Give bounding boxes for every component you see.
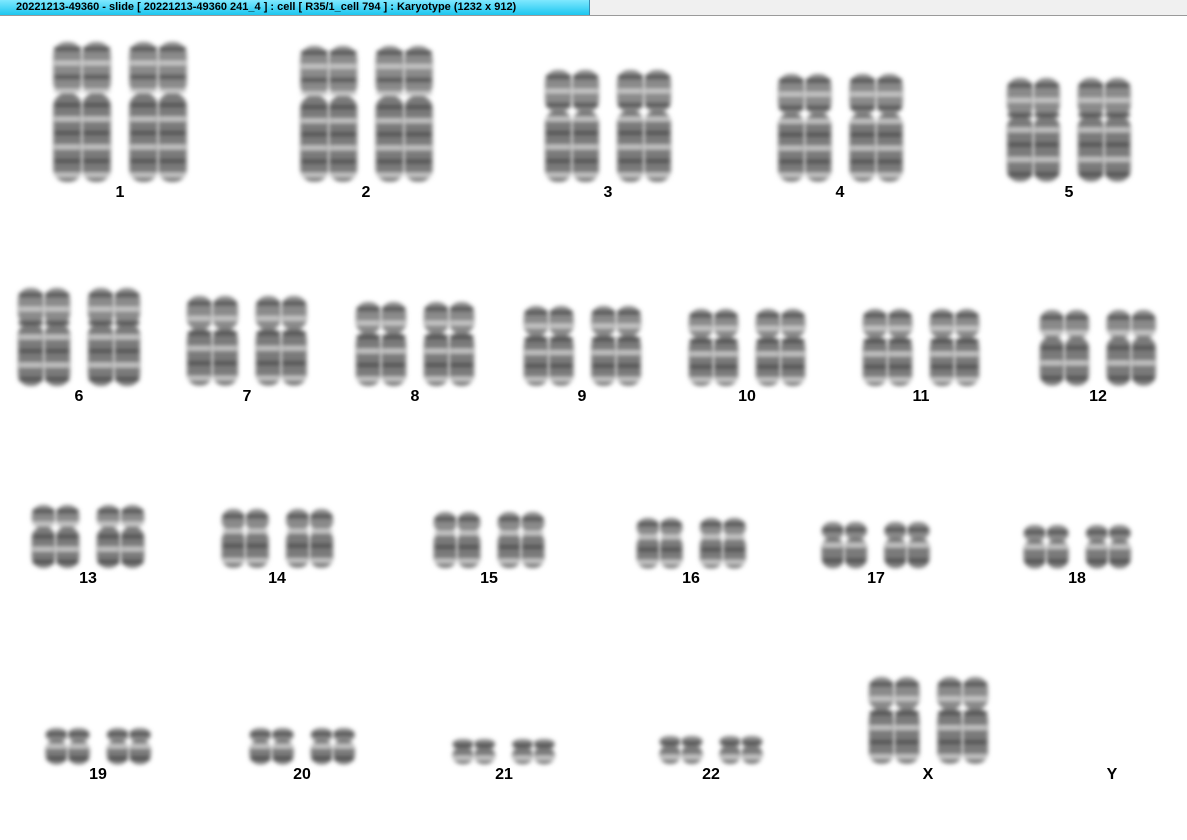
chromosome-pair-22[interactable] (653, 732, 769, 794)
chromosome-label: 9 (577, 388, 587, 405)
chromosome-label: 18 (1068, 570, 1086, 587)
chromosome-label: 11 (912, 388, 930, 405)
chromosome-label: 21 (495, 766, 513, 783)
chromosome-label: Y (1106, 766, 1118, 783)
chromosome-image (31, 505, 145, 568)
chromosome-label: 3 (603, 184, 613, 201)
chromosome-label: 8 (410, 388, 420, 405)
chromosome-image (821, 521, 931, 568)
chromosome-label: 16 (682, 570, 700, 587)
chromosome-label: 17 (867, 570, 885, 587)
chromosome-image (299, 46, 433, 182)
chromosome-image (1039, 310, 1157, 386)
chromosome-image (1007, 78, 1131, 182)
chromosome-image (355, 302, 475, 386)
chromosome-image (221, 509, 333, 568)
chromosome-label: 13 (79, 570, 97, 587)
chromosome-image (1023, 524, 1131, 568)
chromosome-label: 7 (242, 388, 252, 405)
chromosome-image (523, 306, 641, 386)
chromosome-label: X (922, 766, 934, 783)
chromosome-image (868, 677, 988, 764)
chromosome-image (45, 727, 151, 764)
chromosome-image (249, 727, 355, 764)
chromosome-image (187, 296, 307, 386)
chromosome-label: 20 (293, 766, 311, 783)
chromosome-label: 14 (268, 570, 286, 587)
chromosome-image (452, 738, 556, 764)
chromosome-image (53, 42, 187, 182)
window-titlebar: 20221213-49360 - slide [ 20221213-49360 … (0, 0, 1187, 16)
chromosome-image (17, 288, 141, 386)
chromosome-image (659, 736, 763, 764)
chromosome-label: 15 (480, 570, 498, 587)
chromosome-label: 1 (115, 184, 125, 201)
chromosome-label: 2 (361, 184, 371, 201)
karyotype-area: 1 2 3 4 5 6 7 8 9 10 11 12 13 14 15 16 17 18 19 20 21 22 X Y (0, 16, 1187, 840)
chromosome-image (545, 70, 671, 182)
chromosome-label: 12 (1089, 388, 1107, 405)
chromosome-label: 22 (702, 766, 720, 783)
chromosome-image (636, 517, 746, 568)
chromosome-label: 6 (74, 388, 84, 405)
chromosome-image (688, 309, 806, 386)
window-title[interactable]: 20221213-49360 - slide [ 20221213-49360 … (0, 0, 590, 15)
chromosome-image (433, 512, 545, 568)
chromosome-image (862, 309, 980, 386)
chromosome-label: 10 (738, 388, 756, 405)
chromosome-image (777, 74, 903, 182)
chromosome-label: 4 (835, 184, 845, 201)
chromosome-label: 19 (89, 766, 107, 783)
chromosome-pair-21[interactable] (446, 735, 561, 794)
chromosome-label: 5 (1064, 184, 1074, 201)
